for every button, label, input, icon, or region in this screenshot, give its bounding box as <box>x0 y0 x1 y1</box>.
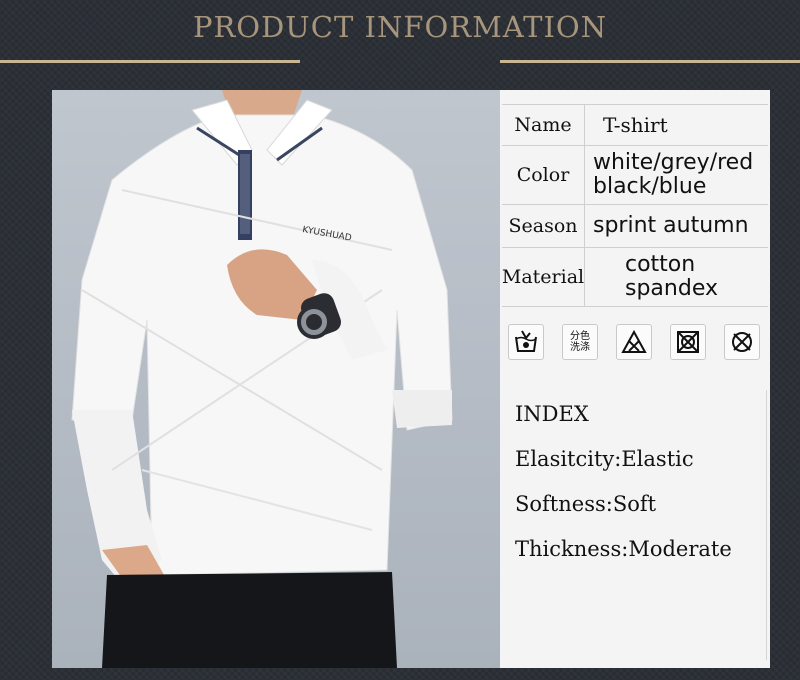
page-title: PRODUCT INFORMATION <box>192 10 608 44</box>
index-divider <box>766 390 767 660</box>
spec-row-season: Season sprint autumn <box>502 205 768 248</box>
no-bleach-icon <box>616 324 652 360</box>
spec-value-season: sprint autumn <box>593 213 749 238</box>
index-section: INDEX Elasitcity:Elastic Softness:Soft T… <box>515 402 765 582</box>
index-item-thickness: Thickness:Moderate <box>515 537 732 561</box>
spec-value-material-line-1: cotton <box>625 252 696 277</box>
spec-value-name: T-shirt <box>603 113 668 137</box>
product-panel: KYUSHUAD Name T-shirt Color white/grey/r… <box>52 90 770 668</box>
wash-separately-line-2: 洗涤 <box>570 342 590 353</box>
no-dry-clean-icon <box>724 324 760 360</box>
spec-label-material: Material <box>502 248 585 306</box>
header-divider-left <box>0 60 300 63</box>
wash-separately-line-1: 分色 <box>570 331 590 342</box>
spec-label-season: Season <box>502 205 585 247</box>
spec-value-color: white/grey/red black/blue <box>585 146 768 204</box>
spec-value-material: cotton spandex <box>585 248 768 306</box>
care-instructions: 分色 洗涤 <box>508 324 768 364</box>
spec-table: Name T-shirt Color white/grey/red black/… <box>502 104 768 307</box>
product-photo: KYUSHUAD <box>52 90 500 668</box>
wash-separately-icon: 分色 洗涤 <box>562 324 598 360</box>
model-illustration: KYUSHUAD <box>71 90 453 668</box>
no-tumble-dry-icon <box>670 324 706 360</box>
spec-row-name: Name T-shirt <box>502 105 768 146</box>
spec-row-material: Material cotton spandex <box>502 248 768 307</box>
index-item-elasticity: Elasitcity:Elastic <box>515 447 694 471</box>
spec-label-color: Color <box>502 146 585 204</box>
spec-label-name: Name <box>502 105 585 145</box>
spec-value-color-line-2: black/blue <box>593 174 707 199</box>
header-divider-right <box>500 60 800 63</box>
hand-wash-icon <box>508 324 544 360</box>
index-item-softness: Softness:Soft <box>515 492 657 516</box>
spec-value-material-line-2: spandex <box>625 276 718 301</box>
spec-value-color-line-1: white/grey/red <box>593 150 754 175</box>
spec-row-color: Color white/grey/red black/blue <box>502 146 768 205</box>
index-heading: INDEX <box>515 402 589 426</box>
